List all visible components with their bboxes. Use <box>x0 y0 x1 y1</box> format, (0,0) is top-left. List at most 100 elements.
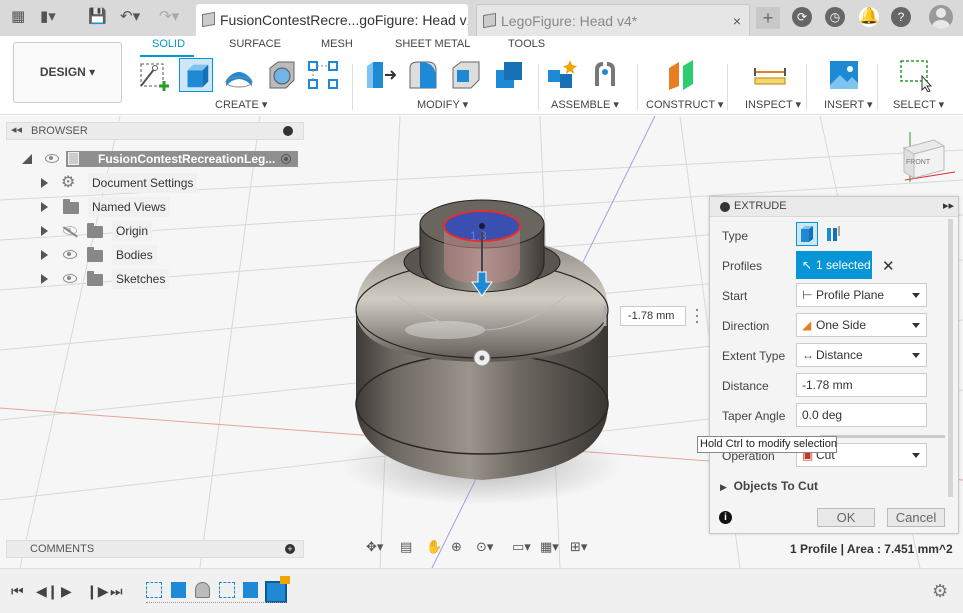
create-sketch-icon[interactable] <box>137 58 171 92</box>
type-thin-button[interactable] <box>824 222 846 246</box>
taper-manipulator[interactable] <box>473 349 491 367</box>
inspect-group-label[interactable]: INSPECT ▾ <box>745 98 801 111</box>
pattern-icon[interactable] <box>307 58 341 92</box>
dialog-scrollbar[interactable] <box>948 219 953 497</box>
browser-item-origin[interactable]: Origin <box>41 221 211 241</box>
collapse-arrow-icon[interactable] <box>22 154 32 164</box>
joint-icon[interactable] <box>589 58 623 92</box>
distance-input[interactable]: -1.78 mm <box>796 373 927 397</box>
new-tab-button[interactable]: + <box>756 7 780 29</box>
visibility-eye-icon[interactable] <box>63 274 77 283</box>
profiles-selection-button[interactable]: ↖ 1 selected <box>796 251 872 279</box>
zoom-icon[interactable]: ⊕ <box>451 539 462 555</box>
close-tab-icon[interactable]: × <box>733 5 741 36</box>
collapse-browser-icon[interactable]: ◂◂ <box>11 123 22 136</box>
extrude-icon[interactable] <box>179 58 213 92</box>
orbit-icon[interactable]: ✥▾ <box>366 539 383 555</box>
grid-settings-icon[interactable]: ▦▾ <box>540 539 559 555</box>
tab-surface[interactable]: SURFACE <box>229 38 281 50</box>
window-select-icon[interactable] <box>898 58 932 92</box>
extensions-icon[interactable]: ⟳ <box>792 7 812 27</box>
expand-arrow-icon[interactable] <box>41 250 48 260</box>
construct-group-label[interactable]: CONSTRUCT ▾ <box>646 98 723 111</box>
measure-icon[interactable] <box>753 58 787 92</box>
box-primitive-icon[interactable] <box>264 58 298 92</box>
insert-group-label[interactable]: INSERT ▾ <box>824 98 873 111</box>
new-component-icon[interactable] <box>546 58 580 92</box>
timeline-extrude-icon[interactable] <box>171 582 186 598</box>
modify-group-label[interactable]: MODIFY ▾ <box>417 98 468 111</box>
browser-minimize-icon[interactable] <box>283 126 293 136</box>
taper-angle-input[interactable]: 0.0 deg <box>796 403 927 427</box>
assemble-group-label[interactable]: ASSEMBLE ▾ <box>551 98 619 111</box>
shell-icon[interactable] <box>449 58 483 92</box>
clear-selection-icon[interactable]: ✕ <box>882 257 895 275</box>
expand-arrow-icon[interactable] <box>41 226 48 236</box>
notifications-bell-icon[interactable]: 🔔 <box>859 7 879 27</box>
offset-plane-icon[interactable] <box>665 58 699 92</box>
undo-icon[interactable]: ↶▾ <box>120 8 140 26</box>
browser-item-named-views[interactable]: Named Views <box>41 197 211 217</box>
look-at-icon[interactable]: ▤ <box>400 539 412 555</box>
timeline-sketch-icon[interactable] <box>219 582 235 598</box>
tab-tools[interactable]: TOOLS <box>508 38 545 50</box>
browser-item-document-settings[interactable]: ⚙ Document Settings <box>41 173 211 193</box>
tab-mesh[interactable]: MESH <box>321 38 353 50</box>
save-icon[interactable]: 💾 <box>88 8 107 26</box>
view-cube[interactable]: FRONT <box>902 132 956 182</box>
expand-arrow-icon[interactable] <box>41 202 48 212</box>
timeline-marker[interactable] <box>280 576 290 584</box>
browser-root-item[interactable]: FusionContestRecreationLeg... <box>22 149 302 169</box>
extrude-dialog-header[interactable]: EXTRUDE ▸▸ <box>710 197 958 217</box>
workspace-switcher-button[interactable]: DESIGN ▾ <box>13 42 122 103</box>
direction-select[interactable]: ◢ One Side <box>796 313 927 337</box>
select-group-label[interactable]: SELECT ▾ <box>893 98 944 111</box>
tab-document-active[interactable]: FusionContestRecre...goFigure: Head v1* <box>196 4 468 36</box>
browser-panel-header[interactable]: ◂◂ BROWSER <box>6 122 304 140</box>
gear-icon[interactable]: ⚙ <box>932 581 948 602</box>
browser-item-bodies[interactable]: Bodies <box>41 245 211 265</box>
fillet-icon[interactable] <box>406 58 440 92</box>
timeline-extrude-icon[interactable] <box>243 582 258 598</box>
combine-icon[interactable] <box>492 58 526 92</box>
step-back-icon[interactable]: ◀❙ <box>36 584 59 598</box>
grid-menu-icon[interactable]: ▦ <box>11 8 25 26</box>
comments-panel-header[interactable]: COMMENTS + <box>6 540 304 558</box>
ok-button[interactable]: OK <box>817 508 875 527</box>
file-menu-icon[interactable]: ▮▾ <box>40 8 56 26</box>
pan-hand-icon[interactable]: ✋ <box>426 539 442 555</box>
timeline-sketch-icon[interactable] <box>146 582 162 598</box>
redo-icon[interactable]: ↷▾ <box>159 8 179 26</box>
distance-input-on-canvas[interactable]: -1.78 mm <box>620 306 686 326</box>
info-icon[interactable]: i <box>719 511 732 524</box>
user-avatar[interactable] <box>929 5 953 29</box>
cancel-button[interactable]: Cancel <box>887 508 945 527</box>
tab-sheet-metal[interactable]: SHEET METAL <box>395 38 470 50</box>
viewports-icon[interactable]: ⊞▾ <box>570 539 587 555</box>
visibility-eye-icon[interactable] <box>45 154 59 163</box>
expand-arrow-icon[interactable] <box>41 178 48 188</box>
fit-zoom-icon[interactable]: ⊙▾ <box>476 539 493 555</box>
extent-type-select[interactable]: ↔ Distance <box>796 343 927 367</box>
insert-image-icon[interactable] <box>827 58 861 92</box>
play-icon[interactable]: ▶ <box>61 584 72 598</box>
type-solid-button[interactable] <box>796 222 818 246</box>
help-icon[interactable]: ? <box>891 7 911 27</box>
browser-item-sketches[interactable]: Sketches <box>41 269 211 289</box>
tab-solid[interactable]: SOLID <box>152 38 185 50</box>
timeline-fillet-icon[interactable] <box>195 582 210 598</box>
expand-dialog-icon[interactable]: ▸▸ <box>943 199 954 212</box>
display-settings-icon[interactable]: ▭▾ <box>512 539 531 555</box>
visibility-eye-icon[interactable] <box>63 250 77 259</box>
add-comment-icon[interactable]: + <box>285 544 295 554</box>
minimize-dialog-icon[interactable] <box>720 202 730 212</box>
revolve-icon[interactable] <box>222 58 256 92</box>
create-group-label[interactable]: CREATE ▾ <box>215 98 267 111</box>
start-select[interactable]: ⊢ Profile Plane <box>796 283 927 307</box>
tab-document-legofigure[interactable]: LegoFigure: Head v4* × <box>476 4 750 36</box>
timeline-active-extrude-icon[interactable] <box>265 581 287 603</box>
press-pull-icon[interactable] <box>363 58 397 92</box>
go-to-end-icon[interactable]: ⏭ <box>110 584 123 598</box>
expand-arrow-icon[interactable] <box>41 274 48 284</box>
step-forward-icon[interactable]: ❙▶ <box>86 584 109 598</box>
